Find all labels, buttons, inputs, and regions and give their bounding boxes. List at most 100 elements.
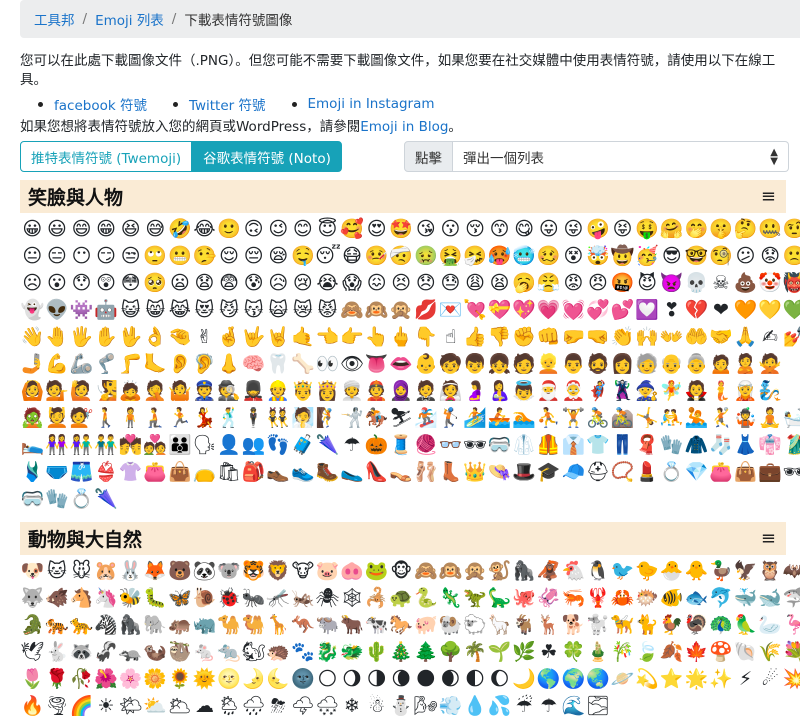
- emoji-download-icon[interactable]: 🌾: [758, 639, 783, 666]
- emoji-download-icon[interactable]: 💥: [782, 666, 800, 693]
- emoji-download-icon[interactable]: 💀: [684, 270, 709, 297]
- emoji-download-icon[interactable]: 💇: [69, 405, 94, 432]
- emoji-download-icon[interactable]: 🌏: [586, 666, 611, 693]
- emoji-download-icon[interactable]: 😗: [438, 216, 463, 243]
- emoji-download-icon[interactable]: 🐃: [315, 612, 340, 639]
- emoji-download-icon[interactable]: 💕: [610, 297, 635, 324]
- emoji-download-icon[interactable]: 🤝: [709, 324, 734, 351]
- emoji-download-icon[interactable]: 🙍: [709, 351, 734, 378]
- emoji-download-icon[interactable]: 👊: [536, 324, 561, 351]
- emoji-download-icon[interactable]: 🏂: [414, 405, 439, 432]
- breadcrumb-home-link[interactable]: 工具邦: [34, 9, 75, 29]
- emoji-download-icon[interactable]: 🤲: [684, 324, 709, 351]
- emoji-download-icon[interactable]: 🤑: [635, 216, 660, 243]
- emoji-in-blog-link[interactable]: Emoji in Blog: [360, 119, 448, 135]
- emoji-download-icon[interactable]: 💁: [45, 378, 70, 405]
- emoji-download-icon[interactable]: 🧚: [659, 378, 684, 405]
- emoji-download-icon[interactable]: 🙋: [69, 378, 94, 405]
- emoji-download-icon[interactable]: 🦸: [586, 378, 611, 405]
- emoji-download-icon[interactable]: 😠: [586, 270, 611, 297]
- emoji-download-icon[interactable]: 😐: [20, 243, 45, 270]
- emoji-download-icon[interactable]: 😂: [192, 216, 217, 243]
- emoji-download-icon[interactable]: 🦿: [94, 351, 119, 378]
- emoji-download-icon[interactable]: 💏: [118, 432, 143, 459]
- emoji-download-icon[interactable]: 🌤: [118, 693, 143, 720]
- emoji-download-icon[interactable]: 😵: [561, 243, 586, 270]
- emoji-download-icon[interactable]: 👛: [709, 459, 734, 486]
- emoji-download-icon[interactable]: 🌵: [364, 639, 389, 666]
- emoji-download-icon[interactable]: 👢: [438, 459, 463, 486]
- emoji-download-icon[interactable]: 😸: [143, 297, 168, 324]
- emoji-download-icon[interactable]: 🧕: [389, 378, 414, 405]
- emoji-download-icon[interactable]: 💖: [512, 297, 537, 324]
- emoji-download-icon[interactable]: 🌈: [69, 693, 94, 720]
- emoji-download-icon[interactable]: 🐴: [69, 585, 94, 612]
- emoji-download-icon[interactable]: 🐣: [659, 558, 684, 585]
- emoji-download-icon[interactable]: 🤽: [684, 405, 709, 432]
- emoji-download-icon[interactable]: 🤏: [168, 324, 193, 351]
- emoji-download-icon[interactable]: 🤠: [610, 243, 635, 270]
- emoji-download-icon[interactable]: 🐖: [414, 612, 439, 639]
- emoji-download-icon[interactable]: 🦏: [192, 612, 217, 639]
- emoji-download-icon[interactable]: 🤖: [94, 297, 119, 324]
- emoji-download-icon[interactable]: 😑: [45, 243, 70, 270]
- emoji-download-icon[interactable]: 🐦: [610, 558, 635, 585]
- emoji-download-icon[interactable]: 🧤: [45, 486, 70, 513]
- emoji-download-icon[interactable]: 🦷: [266, 351, 291, 378]
- emoji-download-icon[interactable]: 🏋: [561, 405, 586, 432]
- emoji-download-icon[interactable]: 🥿: [340, 459, 365, 486]
- emoji-download-icon[interactable]: 👳: [340, 378, 365, 405]
- emoji-download-icon[interactable]: 🍀: [561, 639, 586, 666]
- emoji-download-icon[interactable]: 👂: [168, 351, 193, 378]
- emoji-download-icon[interactable]: 💔: [684, 297, 709, 324]
- emoji-download-icon[interactable]: 🔥: [20, 693, 45, 720]
- emoji-download-icon[interactable]: 🐁: [192, 639, 217, 666]
- emoji-download-icon[interactable]: 😈: [635, 270, 660, 297]
- emoji-download-icon[interactable]: 🙅: [758, 351, 783, 378]
- emoji-download-icon[interactable]: 🤟: [241, 324, 266, 351]
- emoji-download-icon[interactable]: 👭: [45, 432, 70, 459]
- emoji-download-icon[interactable]: 🙉: [364, 297, 389, 324]
- emoji-download-icon[interactable]: 🦮: [610, 612, 635, 639]
- emoji-download-icon[interactable]: 🎍: [586, 639, 611, 666]
- emoji-download-icon[interactable]: 🐈: [635, 612, 660, 639]
- emoji-download-icon[interactable]: 👣: [266, 432, 291, 459]
- emoji-download-icon[interactable]: 🐱: [45, 558, 70, 585]
- emoji-download-icon[interactable]: 😁: [94, 216, 119, 243]
- emoji-download-icon[interactable]: 😔: [241, 243, 266, 270]
- emoji-download-icon[interactable]: 💨: [438, 693, 463, 720]
- emoji-download-icon[interactable]: 💃: [192, 405, 217, 432]
- emoji-download-icon[interactable]: 🦄: [94, 585, 119, 612]
- emoji-download-icon[interactable]: 😭: [315, 270, 340, 297]
- emoji-download-icon[interactable]: 🦧: [536, 558, 561, 585]
- emoji-download-icon[interactable]: 🌑: [414, 666, 439, 693]
- emoji-download-icon[interactable]: 👘: [758, 432, 783, 459]
- emoji-download-icon[interactable]: 👦: [463, 351, 488, 378]
- emoji-download-icon[interactable]: 👯: [266, 405, 291, 432]
- emoji-download-icon[interactable]: 👰: [438, 378, 463, 405]
- emoji-download-icon[interactable]: 😾: [315, 297, 340, 324]
- emoji-download-icon[interactable]: 😩: [463, 270, 488, 297]
- emoji-download-icon[interactable]: 🐌: [192, 585, 217, 612]
- emoji-download-icon[interactable]: 🥰: [340, 216, 365, 243]
- emoji-download-icon[interactable]: 💌: [438, 297, 463, 324]
- emoji-download-icon[interactable]: 🖐: [69, 324, 94, 351]
- emoji-download-icon[interactable]: 👇: [414, 324, 439, 351]
- breadcrumb-emoji-list-link[interactable]: Emoji 列表: [95, 9, 164, 29]
- emoji-download-icon[interactable]: 🧡: [733, 297, 758, 324]
- emoji-download-icon[interactable]: 👚: [118, 459, 143, 486]
- emoji-download-icon[interactable]: 🤢: [414, 243, 439, 270]
- emoji-download-icon[interactable]: 👞: [266, 459, 291, 486]
- emoji-download-icon[interactable]: 👬: [94, 432, 119, 459]
- emoji-download-icon[interactable]: 🐝: [118, 585, 143, 612]
- emoji-download-icon[interactable]: 🥱: [512, 270, 537, 297]
- emoji-download-icon[interactable]: 👑: [463, 459, 488, 486]
- emoji-download-icon[interactable]: 💗: [536, 297, 561, 324]
- emoji-download-icon[interactable]: 🦆: [709, 558, 734, 585]
- emoji-download-icon[interactable]: 🏊: [512, 405, 537, 432]
- emoji-download-icon[interactable]: 🤾: [709, 405, 734, 432]
- emoji-download-icon[interactable]: 🕺: [217, 405, 242, 432]
- emoji-download-icon[interactable]: 👧: [487, 351, 512, 378]
- emoji-download-icon[interactable]: 🌧: [241, 693, 266, 720]
- emoji-download-icon[interactable]: 🙉: [438, 558, 463, 585]
